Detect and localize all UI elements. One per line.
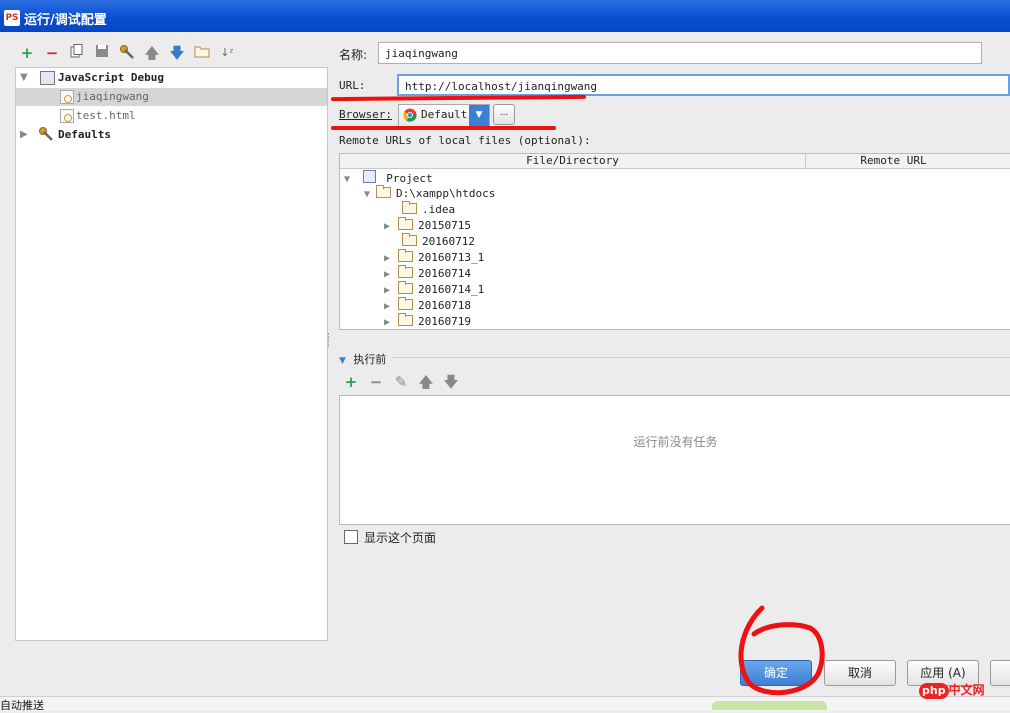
browser-selected-value: Default [421, 108, 468, 121]
folder-label: 20160713_1 [418, 251, 485, 264]
watermark-text: 中文网 [948, 683, 985, 697]
remote-urls-label: Remote URLs of local files (optional): [339, 134, 591, 147]
move-up-icon[interactable]: 🡅 [143, 44, 161, 62]
title-bar: PS 运行/调试配置 [0, 0, 1010, 32]
table-row[interactable]: ▶ 20160714_1 [384, 281, 485, 298]
add-icon[interactable]: + [18, 44, 36, 62]
folder-label: 20160714_1 [418, 283, 485, 296]
table-row[interactable]: .idea [402, 201, 456, 218]
tree-item-jiaqingwang[interactable]: jiaqingwang [16, 88, 327, 106]
project-icon [362, 170, 376, 183]
folder-label: 20160714 [418, 267, 472, 280]
table-row[interactable]: ▼ D:\xampp\htdocs [364, 185, 496, 202]
js-file-icon [60, 109, 74, 127]
save-icon[interactable] [93, 44, 111, 62]
annotation-circle-ok [738, 605, 825, 696]
php-watermark: php 中文网 [919, 681, 1004, 701]
table-row[interactable]: ▶ 20160718 [384, 297, 472, 314]
move-down-icon[interactable]: 🡇 [168, 44, 186, 62]
table-row[interactable]: 20160712 [402, 233, 475, 250]
collapse-arrow-icon[interactable]: ▼ [339, 356, 346, 366]
background-green-element [712, 701, 827, 710]
folder-label: 20160719 [418, 315, 472, 328]
folder-label: 20160712 [422, 235, 475, 248]
folder-icon [398, 249, 414, 262]
remove-task-icon[interactable]: − [367, 373, 385, 391]
tree-root-label: JavaScript Debug [58, 71, 164, 84]
php-logo: php [919, 683, 949, 699]
show-page-label: 显示这个页面 [364, 531, 437, 545]
app-icon: PS [4, 10, 20, 26]
name-input[interactable]: jiaqingwang [378, 42, 982, 64]
annotation-underline-browser [331, 126, 556, 130]
column-header[interactable]: Remote URL [806, 154, 981, 168]
collapse-arrow-icon[interactable]: ▼ [20, 69, 28, 87]
browser-label: Browser: [339, 108, 392, 121]
folder-icon [398, 313, 414, 326]
table-header: File/Directory Remote URL [340, 154, 1010, 169]
tree-defaults-label: Defaults [58, 128, 111, 141]
folder-icon [376, 185, 392, 198]
wrench-icon[interactable] [118, 44, 136, 62]
before-launch-task-list[interactable]: 运行前没有任务 [339, 395, 1010, 525]
table-row[interactable]: ▶ 20160719 [384, 313, 472, 329]
folder-label: .idea [422, 203, 456, 216]
js-file-icon [60, 90, 74, 108]
before-launch-label: 执行前 [353, 353, 387, 366]
window-title: 运行/调试配置 [24, 13, 107, 28]
background-window-strip [0, 696, 1010, 711]
table-row[interactable]: ▶ 20150715 [384, 217, 472, 234]
tree-item-javascript-debug[interactable]: ▼ JavaScript Debug [16, 69, 327, 87]
tree-item-test-html[interactable]: test.html [16, 107, 327, 125]
table-row[interactable]: ▶ 20160714 [384, 265, 472, 282]
tree-item-label: jiaqingwang [76, 90, 149, 103]
tree-item-label: test.html [76, 109, 136, 122]
url-label: URL: [339, 79, 366, 92]
chrome-icon [403, 108, 417, 125]
folder-icon [398, 217, 414, 230]
folder-icon[interactable] [193, 44, 211, 62]
annotation-underline-url [330, 94, 587, 102]
move-up-task-icon[interactable]: 🡅 [417, 373, 435, 391]
splitter-handle[interactable] [328, 333, 332, 347]
url-input[interactable]: http://localhost/jianqingwang [397, 74, 1010, 96]
folder-icon [398, 281, 414, 294]
column-header[interactable]: File/Directory [340, 154, 806, 168]
dropdown-arrow-icon[interactable]: ▼ [469, 105, 489, 126]
section-divider [392, 357, 1010, 358]
cancel-button[interactable]: 取消 [824, 660, 896, 686]
copy-icon[interactable] [68, 44, 86, 62]
js-debug-icon [40, 71, 55, 85]
move-down-task-icon[interactable]: 🡇 [442, 373, 460, 391]
tree-item-defaults[interactable]: ▶ Defaults [16, 126, 327, 144]
config-tree: ▼ JavaScript Debug jiaqingwang test.html… [15, 67, 328, 641]
remote-urls-table: File/Directory Remote URL ▼ Project ▼ D:\… [339, 153, 1010, 330]
expand-arrow-icon[interactable]: ▶ [20, 126, 28, 144]
wrench-icon [38, 126, 54, 148]
remove-icon[interactable]: − [43, 44, 61, 62]
add-task-icon[interactable]: + [342, 373, 360, 391]
browser-more-button[interactable]: ... [493, 104, 515, 125]
folder-icon [402, 201, 417, 214]
folder-icon [402, 233, 417, 246]
folder-label: 20160718 [418, 299, 472, 312]
edit-task-icon[interactable]: ✎ [392, 373, 410, 391]
name-label: 名称: [339, 48, 368, 62]
root-dir-label: D:\xampp\htdocs [396, 187, 496, 200]
folder-label: 20150715 [418, 219, 472, 232]
show-page-checkbox[interactable] [344, 530, 358, 544]
empty-tasks-text: 运行前没有任务 [633, 435, 718, 449]
taskbar-text: 自动推送 [0, 699, 44, 712]
project-label: Project [386, 172, 433, 185]
folder-icon [398, 265, 414, 278]
folder-icon [398, 297, 414, 310]
table-row[interactable]: ▶ 20160713_1 [384, 249, 485, 266]
table-row[interactable]: ▼ Project [344, 170, 433, 186]
before-launch-header[interactable]: ▼ 执行前 [339, 351, 386, 367]
browser-select[interactable]: Default ▼ [398, 104, 490, 127]
sort-icon[interactable]: ↓ᶻ [218, 44, 236, 62]
